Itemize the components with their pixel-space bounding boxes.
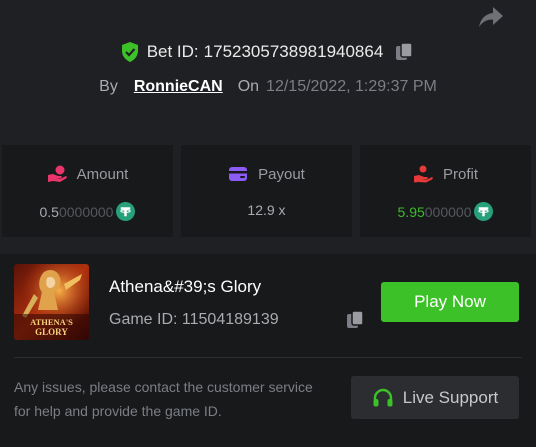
game-id-label: Game ID: [109,311,178,328]
support-notice: Any issues, please contact the customer … [14,379,313,419]
game-id: Game ID: 11504189139 [109,311,279,329]
hand-person-icon [413,165,433,183]
bet-author-row: By RonnieCAN On 12/15/2022, 1:29:37 PM [0,78,536,96]
bet-datetime: 12/15/2022, 1:29:37 PM [266,78,437,95]
share-icon[interactable] [478,6,504,28]
tether-coin-icon [116,202,136,221]
payout-label: Payout [258,165,305,183]
bet-stats: Amount 0.5 0000000 Payout 12.9 x Profit … [0,145,536,237]
amount-value-dim: 0000000 [58,203,114,220]
stat-payout: Payout 12.9 x [181,145,352,237]
wallet-card-icon [229,167,248,181]
play-now-button[interactable]: Play Now [381,282,519,322]
payout-value: 12.9 x [247,202,286,218]
username-link[interactable]: RonnieCAN [134,78,223,96]
by-label: By [99,78,118,95]
game-card: ATHENA'S GLORY Athena&#39;s Glory Game I… [0,254,536,447]
bet-id-row: Bet ID: 1752305738981940864 [0,42,536,62]
profit-label: Profit [442,165,478,183]
live-support-button[interactable]: Live Support [351,376,519,419]
stat-profit: Profit 5.95 000000 [360,145,531,237]
thumb-title-line1: ATHENA'S [30,317,73,327]
copy-icon[interactable] [346,310,366,330]
headset-icon [373,388,393,406]
game-title[interactable]: Athena&#39;s Glory [109,277,261,297]
on-label: On [237,78,260,95]
game-id-value: 11504189139 [181,311,279,328]
stat-amount: Amount 0.5 0000000 [2,145,173,237]
copy-icon[interactable] [395,42,415,62]
bet-id-label: Bet ID: [146,42,199,61]
amount-label: Amount [76,165,129,183]
game-thumbnail[interactable]: ATHENA'S GLORY [14,264,89,340]
profit-value-dim: 000000 [424,203,472,220]
verified-shield-icon [121,42,138,62]
athena-artwork: ATHENA'S GLORY [14,264,89,340]
coins-hand-icon [47,165,67,182]
bet-id-value: 1752305738981940864 [203,42,384,61]
live-support-label: Live Support [402,387,499,407]
tether-coin-icon [474,202,494,221]
thumb-title-line2: GLORY [35,327,68,337]
profit-value-main: 5.95 [397,203,425,220]
divider [14,357,522,358]
amount-value-main: 0.5 [39,203,59,220]
